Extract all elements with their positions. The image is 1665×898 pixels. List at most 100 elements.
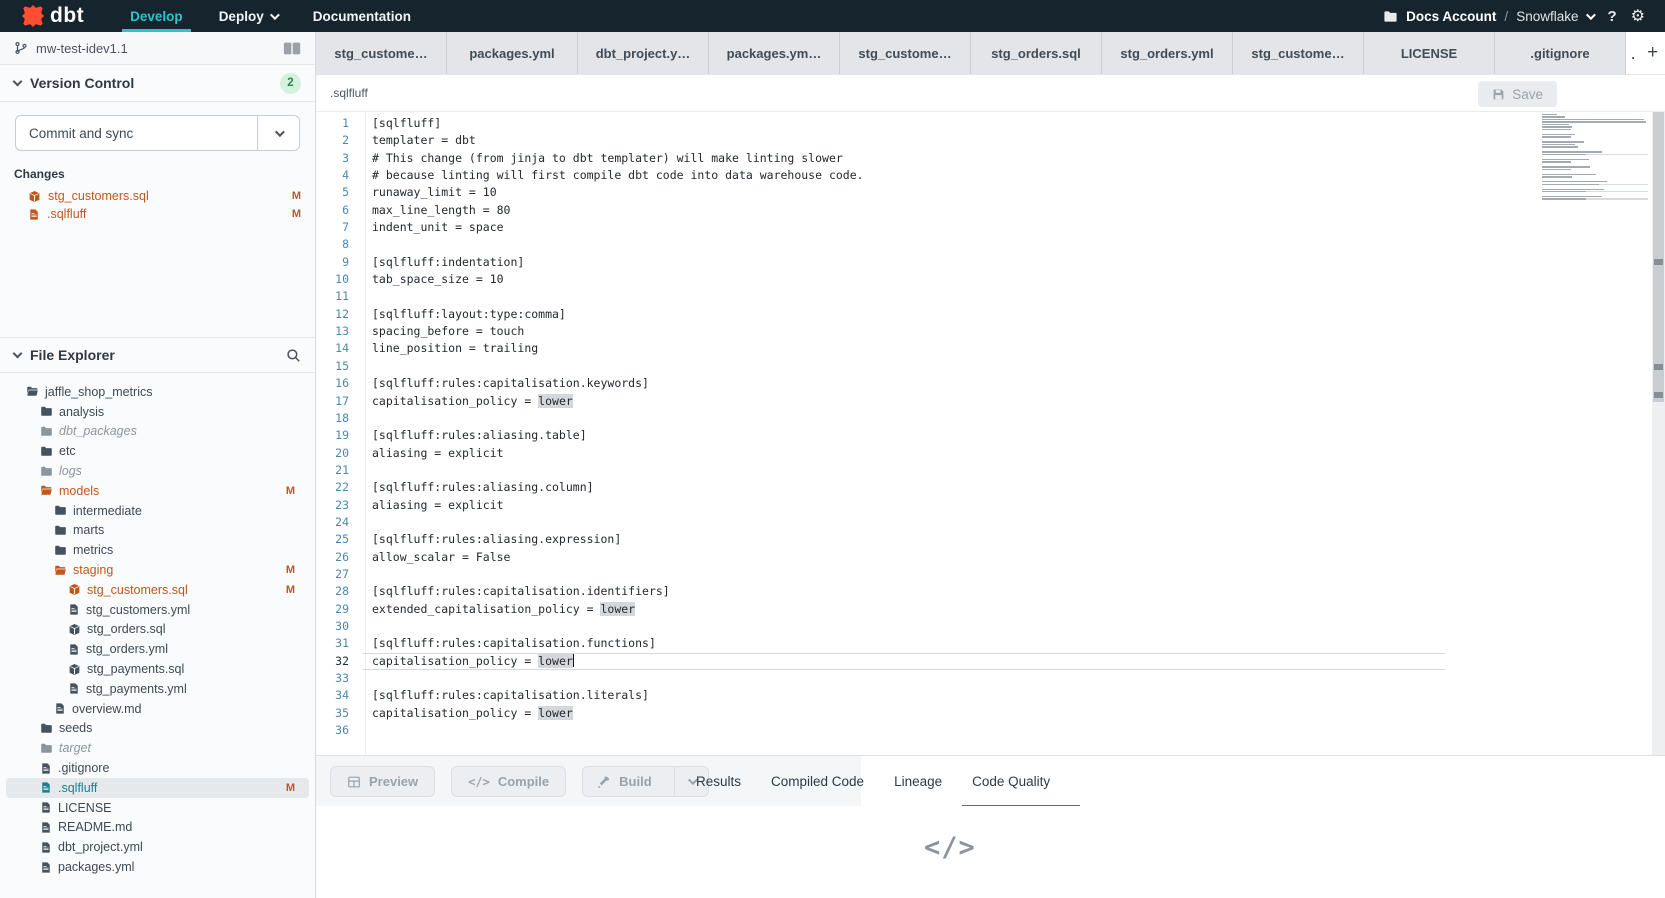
code-editor[interactable]: 1[sqlfluff]2templater = dbt3# This chang… — [316, 112, 1665, 755]
active-tab-partial[interactable]: . — [1626, 32, 1640, 74]
tree-item-seeds[interactable]: seeds — [6, 719, 309, 739]
tree-item-jaffle_shop_metrics[interactable]: jaffle_shop_metrics — [6, 382, 309, 402]
tree-item-models[interactable]: modelsM — [6, 481, 309, 501]
editor-tab-stg_orders.sql[interactable]: stg_orders.sql — [971, 32, 1102, 74]
tree-item-logs[interactable]: logs — [6, 461, 309, 481]
tree-item-analysis[interactable]: analysis — [6, 402, 309, 422]
tree-item-stg_orders.sql[interactable]: stg_orders.sql — [6, 620, 309, 640]
code-line-33[interactable]: 33 — [316, 670, 1665, 687]
tree-item-intermediate[interactable]: intermediate — [6, 501, 309, 521]
tree-item-stg_customers.sql[interactable]: stg_customers.sqlM — [6, 580, 309, 600]
tree-item-etc[interactable]: etc — [6, 441, 309, 461]
code-line-4[interactable]: 4# because linting will first compile db… — [316, 167, 1665, 184]
nav-item-deploy[interactable]: Deploy — [201, 0, 295, 32]
version-control-header[interactable]: Version Control 2 — [0, 65, 315, 102]
tree-item-stg_payments.sql[interactable]: stg_payments.sql — [6, 659, 309, 679]
editor-tab-stg_custome[interactable]: stg_custome… — [840, 32, 971, 74]
panel-tab-compiled-code[interactable]: Compiled Code — [771, 756, 864, 807]
code-line-9[interactable]: 9[sqlfluff:indentation] — [316, 254, 1665, 271]
code-line-16[interactable]: 16[sqlfluff:rules:capitalisation.keyword… — [316, 375, 1665, 392]
build-button[interactable]: Build — [582, 766, 709, 797]
tree-item-dbt_project.yml[interactable]: dbt_project.yml — [6, 837, 309, 857]
editor-minimap[interactable] — [1542, 114, 1648, 203]
commit-and-sync-button[interactable]: Commit and sync — [15, 115, 300, 151]
tree-item-stg_payments.yml[interactable]: stg_payments.yml — [6, 679, 309, 699]
tree-item-stg_orders.yml[interactable]: stg_orders.yml — [6, 639, 309, 659]
code-line-1[interactable]: 1[sqlfluff] — [316, 115, 1665, 132]
code-line-30[interactable]: 30 — [316, 618, 1665, 635]
code-line-10[interactable]: 10tab_space_size = 10 — [316, 271, 1665, 288]
tree-item-target[interactable]: target — [6, 738, 309, 758]
tree-item-LICENSE[interactable]: LICENSE — [6, 798, 309, 818]
code-line-15[interactable]: 15 — [316, 358, 1665, 375]
tree-item-staging[interactable]: stagingM — [6, 560, 309, 580]
code-line-13[interactable]: 13spacing_before = touch — [316, 323, 1665, 340]
code-line-21[interactable]: 21 — [316, 462, 1665, 479]
code-line-36[interactable]: 36 — [316, 722, 1665, 739]
tree-item-dbt_packages[interactable]: dbt_packages — [6, 422, 309, 442]
code-line-26[interactable]: 26allow_scalar = False — [316, 549, 1665, 566]
code-line-20[interactable]: 20aliasing = explicit — [316, 445, 1665, 462]
tree-item-marts[interactable]: marts — [6, 521, 309, 541]
code-line-18[interactable]: 18 — [316, 410, 1665, 427]
nav-item-documentation[interactable]: Documentation — [295, 0, 429, 32]
save-button[interactable]: Save — [1478, 81, 1557, 107]
editor-tab-packages.ym[interactable]: packages.ym… — [709, 32, 840, 74]
code-line-8[interactable]: 8 — [316, 236, 1665, 253]
editor-tab-dbt_project.y[interactable]: dbt_project.y… — [578, 32, 709, 74]
code-line-31[interactable]: 31[sqlfluff:rules:capitalisation.functio… — [316, 635, 1665, 652]
code-line-34[interactable]: 34[sqlfluff:rules:capitalisation.literal… — [316, 687, 1665, 704]
editor-tab-stg_orders.yml[interactable]: stg_orders.yml — [1102, 32, 1233, 74]
code-line-24[interactable]: 24 — [316, 514, 1665, 531]
code-line-7[interactable]: 7indent_unit = space — [316, 219, 1665, 236]
tree-item-README.md[interactable]: README.md — [6, 818, 309, 838]
code-line-35[interactable]: 35capitalisation_policy = lower — [316, 705, 1665, 722]
code-line-27[interactable]: 27 — [316, 566, 1665, 583]
panel-tab-lineage[interactable]: Lineage — [894, 756, 942, 807]
new-tab-button[interactable]: + — [1640, 32, 1665, 74]
changed-file-.sqlfluff[interactable]: .sqlfluffM — [0, 205, 315, 223]
tree-item-stg_customers.yml[interactable]: stg_customers.yml — [6, 600, 309, 620]
code-line-3[interactable]: 3# This change (from jinja to dbt templa… — [316, 150, 1665, 167]
dbt-logo[interactable]: dbt — [0, 4, 112, 28]
code-line-11[interactable]: 11 — [316, 288, 1665, 305]
tree-item-metrics[interactable]: metrics — [6, 540, 309, 560]
search-icon[interactable] — [286, 348, 301, 363]
editor-scrollbar[interactable] — [1652, 112, 1665, 755]
compile-button[interactable]: </>Compile — [451, 766, 566, 797]
tree-item-.gitignore[interactable]: .gitignore — [6, 758, 309, 778]
code-line-5[interactable]: 5runaway_limit = 10 — [316, 184, 1665, 201]
code-line-25[interactable]: 25[sqlfluff:rules:aliasing.expression] — [316, 531, 1665, 548]
code-line-22[interactable]: 22[sqlfluff:rules:aliasing.column] — [316, 479, 1665, 496]
editor-tab-packages.yml[interactable]: packages.yml — [447, 32, 578, 74]
editor-tab-stg_custome[interactable]: stg_custome… — [1233, 32, 1364, 74]
branch-row[interactable]: mw-test-idev1.1 — [0, 32, 315, 65]
panel-tab-code-quality[interactable]: Code Quality — [972, 756, 1050, 807]
editor-tab-stg_custome[interactable]: stg_custome… — [316, 32, 447, 74]
commit-options-dropdown[interactable] — [257, 116, 299, 150]
panel-tab-results[interactable]: Results — [696, 756, 741, 807]
tree-item-overview.md[interactable]: overview.md — [6, 699, 309, 719]
changed-file-stg_customers.sql[interactable]: stg_customers.sqlM — [0, 187, 315, 205]
preview-button[interactable]: Preview — [330, 766, 435, 797]
book-icon[interactable] — [283, 42, 301, 55]
scrollbar-thumb[interactable] — [1653, 112, 1664, 402]
code-line-6[interactable]: 6max_line_length = 80 — [316, 202, 1665, 219]
account-switcher[interactable]: Docs Account / Snowflake — [1383, 9, 1593, 24]
gear-icon[interactable]: ⚙ — [1631, 6, 1645, 26]
code-line-29[interactable]: 29extended_capitalisation_policy = lower — [316, 601, 1665, 618]
nav-item-develop[interactable]: Develop — [112, 0, 201, 32]
code-line-28[interactable]: 28[sqlfluff:rules:capitalisation.identif… — [316, 583, 1665, 600]
code-line-17[interactable]: 17capitalisation_policy = lower — [316, 393, 1665, 410]
editor-tab-.gitignore[interactable]: .gitignore — [1495, 32, 1626, 74]
code-line-12[interactable]: 12[sqlfluff:layout:type:comma] — [316, 306, 1665, 323]
code-line-23[interactable]: 23aliasing = explicit — [316, 497, 1665, 514]
editor-tab-LICENSE[interactable]: LICENSE — [1364, 32, 1495, 74]
code-line-2[interactable]: 2templater = dbt — [316, 132, 1665, 149]
tree-item-.sqlfluff[interactable]: .sqlfluffM — [6, 778, 309, 798]
file-explorer-header[interactable]: File Explorer — [0, 337, 315, 373]
code-line-14[interactable]: 14line_position = trailing — [316, 340, 1665, 357]
tree-item-packages.yml[interactable]: packages.yml — [6, 857, 309, 877]
code-line-19[interactable]: 19[sqlfluff:rules:aliasing.table] — [316, 427, 1665, 444]
code-line-32[interactable]: 32capitalisation_policy = lower — [316, 653, 1665, 670]
